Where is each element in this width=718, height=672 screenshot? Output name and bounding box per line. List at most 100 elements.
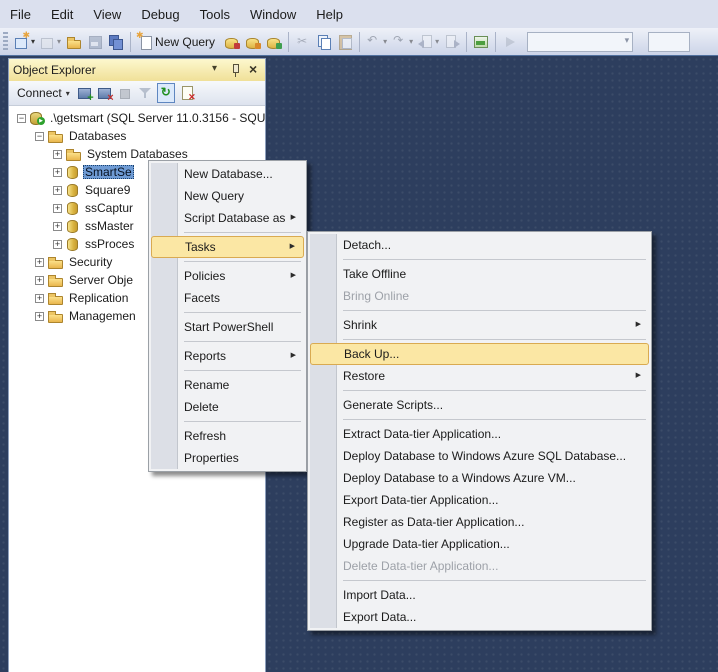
add-item-button[interactable]: ▾ (38, 31, 63, 53)
menu-item-script-database-as[interactable]: Script Database as▶ (151, 207, 304, 229)
menu-item-shrink[interactable]: Shrink▶ (310, 314, 649, 336)
menu-item-properties[interactable]: Properties (151, 447, 304, 469)
filter-icon[interactable] (137, 85, 153, 101)
close-icon[interactable] (245, 62, 261, 78)
menu-help[interactable]: Help (306, 2, 353, 27)
menu-item-new-query[interactable]: New Query (151, 185, 304, 207)
paste-button[interactable] (335, 31, 355, 53)
menu-item-tasks[interactable]: Tasks▶ (151, 236, 304, 258)
menu-item-bring-online[interactable]: Bring Online (310, 285, 649, 307)
menu-item-register-as-data-tier-application[interactable]: Register as Data-tier Application... (310, 511, 649, 533)
database-icon (66, 219, 79, 233)
menu-edit[interactable]: Edit (41, 2, 83, 27)
tree-expander[interactable]: + (53, 240, 62, 249)
tree-expander[interactable]: − (17, 114, 26, 123)
menu-tools[interactable]: Tools (190, 2, 240, 27)
menu-item-take-offline[interactable]: Take Offline (310, 263, 649, 285)
menu-item-facets[interactable]: Facets (151, 287, 304, 309)
new-query-button[interactable]: New Query (135, 31, 221, 53)
menu-item-export-data[interactable]: Export Data... (310, 606, 649, 628)
auto-hide-pin-icon[interactable] (227, 62, 243, 78)
tree-node-label: Security (67, 255, 114, 269)
new-item-button[interactable]: ▾ (12, 31, 37, 53)
refresh-icon[interactable] (157, 83, 175, 103)
execute-button[interactable] (500, 31, 520, 53)
menu-item-label: Extract Data-tier Application... (343, 427, 501, 441)
menu-view[interactable]: View (83, 2, 131, 27)
window-position-menu-icon[interactable] (209, 62, 225, 78)
menu-item-deploy-database-to-a-windows-azure-vm[interactable]: Deploy Database to a Windows Azure VM... (310, 467, 649, 489)
tree-node--getsmart-sql-server-11-0-3156-squa[interactable]: −.\getsmart (SQL Server 11.0.3156 - SQUA (9, 109, 265, 127)
menu-item-label: Generate Scripts... (343, 398, 443, 412)
copy-button[interactable] (314, 31, 334, 53)
menu-item-label: Restore (343, 369, 385, 383)
tree-expander[interactable]: + (53, 204, 62, 213)
mdx-query-icon (224, 34, 240, 50)
menu-item-export-data-tier-application[interactable]: Export Data-tier Application... (310, 489, 649, 511)
menu-window[interactable]: Window (240, 2, 306, 27)
menu-item-detach[interactable]: Detach... (310, 234, 649, 256)
cut-button[interactable] (293, 31, 313, 53)
dropdown-caret-icon: ▾ (57, 37, 61, 46)
menu-item-policies[interactable]: Policies▶ (151, 265, 304, 287)
stop-icon[interactable] (117, 85, 133, 101)
tree-expander[interactable]: + (53, 222, 62, 231)
undo-button[interactable]: ▾ (364, 31, 389, 53)
tree-node-databases[interactable]: −Databases (9, 127, 265, 145)
menu-item-label: Tasks (185, 240, 216, 254)
toolbar-separator (359, 32, 360, 52)
navigate-forward-button[interactable] (442, 31, 462, 53)
menu-item-label: Refresh (184, 429, 226, 443)
menu-item-generate-scripts[interactable]: Generate Scripts... (310, 394, 649, 416)
redo-button[interactable]: ▾ (390, 31, 415, 53)
menu-item-new-database[interactable]: New Database... (151, 163, 304, 185)
folder-icon (48, 129, 63, 143)
xmla-query-button[interactable] (264, 31, 284, 53)
save-all-icon (108, 34, 124, 50)
menu-item-upgrade-data-tier-application[interactable]: Upgrade Data-tier Application... (310, 533, 649, 555)
tree-expander[interactable]: + (35, 258, 44, 267)
connect-button[interactable]: Connect ▾ (13, 84, 74, 102)
menu-item-extract-data-tier-application[interactable]: Extract Data-tier Application... (310, 423, 649, 445)
titlebar-icons (209, 62, 261, 78)
copy-icon (316, 34, 332, 50)
menu-separator (184, 370, 301, 371)
tree-expander[interactable]: − (35, 132, 44, 141)
save-all-button[interactable] (106, 31, 126, 53)
navigate-back-button[interactable]: ▾ (416, 31, 441, 53)
menu-item-deploy-database-to-windows-azure-sql-database[interactable]: Deploy Database to Windows Azure SQL Dat… (310, 445, 649, 467)
menu-file[interactable]: File (0, 2, 41, 27)
tree-expander[interactable]: + (35, 312, 44, 321)
tree-expander[interactable]: + (53, 186, 62, 195)
menu-item-import-data[interactable]: Import Data... (310, 584, 649, 606)
save-button[interactable] (85, 31, 105, 53)
menu-item-reports[interactable]: Reports▶ (151, 345, 304, 367)
script-error-icon[interactable] (179, 85, 195, 101)
tasks-submenu: Detach... Take OfflineBring Online Shrink▶… (307, 231, 652, 631)
open-file-button[interactable] (64, 31, 84, 53)
activity-monitor-button[interactable] (471, 31, 491, 53)
menu-item-start-powershell[interactable]: Start PowerShell (151, 316, 304, 338)
open-file-icon (66, 34, 82, 50)
menu-item-delete[interactable]: Delete (151, 396, 304, 418)
menu-item-back-up[interactable]: Back Up... (310, 343, 649, 365)
menu-item-label: Register as Data-tier Application... (343, 515, 524, 529)
toolbar-combobox-partial[interactable] (648, 32, 690, 52)
mdx-query-button[interactable] (222, 31, 242, 53)
tree-node-label: Square9 (83, 183, 132, 197)
connect-server-icon[interactable] (77, 85, 93, 101)
dmx-query-button[interactable] (243, 31, 263, 53)
menu-debug[interactable]: Debug (131, 2, 189, 27)
tree-expander[interactable]: + (35, 276, 44, 285)
tree-expander[interactable]: + (53, 168, 62, 177)
menu-item-rename[interactable]: Rename (151, 374, 304, 396)
tree-expander[interactable]: + (53, 150, 62, 159)
menu-item-refresh[interactable]: Refresh (151, 425, 304, 447)
toolbar-combobox[interactable] (527, 32, 633, 52)
menu-item-delete-data-tier-application[interactable]: Delete Data-tier Application... (310, 555, 649, 577)
tree-expander[interactable]: + (35, 294, 44, 303)
disconnect-server-icon[interactable] (97, 85, 113, 101)
menu-item-restore[interactable]: Restore ▶ (310, 365, 649, 387)
connect-label: Connect (17, 86, 62, 100)
submenu-arrow-icon: ▶ (636, 365, 641, 387)
